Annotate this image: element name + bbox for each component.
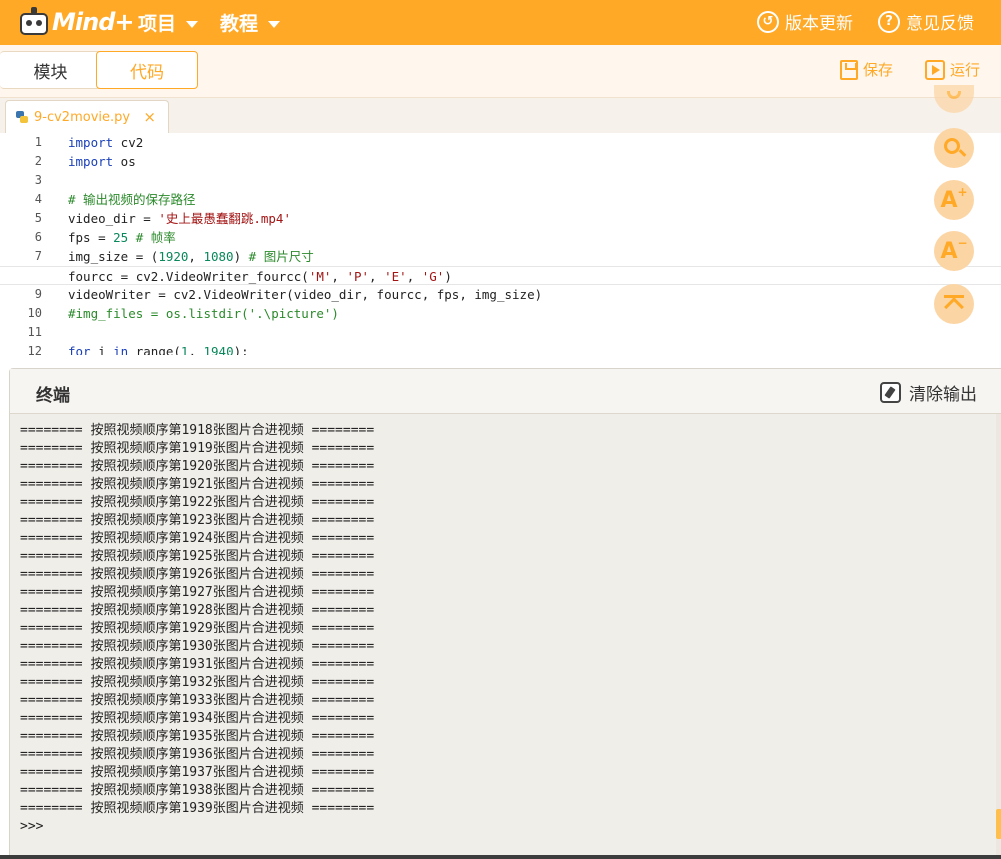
scroll-to-top-button[interactable] bbox=[934, 284, 974, 324]
code-line[interactable]: ​ bbox=[68, 171, 1001, 190]
terminal-prompt[interactable]: >>> bbox=[20, 818, 980, 836]
menu-project-label: 项目 bbox=[138, 13, 177, 35]
line-number: 6 bbox=[34, 230, 42, 244]
terminal-output[interactable]: ======== 按照视频顺序第1918张图片合进视频 ======== ====… bbox=[20, 422, 980, 836]
terminal-line: ======== 按照视频顺序第1923张图片合进视频 ======== bbox=[20, 513, 375, 528]
app-logo[interactable]: Mind+ bbox=[18, 5, 134, 39]
close-icon[interactable]: × bbox=[143, 108, 156, 126]
line-number: 11 bbox=[27, 325, 42, 339]
save-icon bbox=[840, 59, 858, 80]
window-bottom-edge bbox=[0, 855, 1001, 859]
python-file-icon bbox=[16, 111, 28, 123]
terminal-line: ======== 按照视频顺序第1933张图片合进视频 ======== bbox=[20, 693, 375, 708]
top-bar: Mind+ 项目 教程 ↺ 版本更新 ? 意见反馈 bbox=[0, 0, 1001, 45]
tab-blocks[interactable]: 模块 bbox=[0, 51, 102, 89]
terminal-panel: 终端 清除输出 ======== 按照视频顺序第1918张图片合进视频 ====… bbox=[9, 368, 1001, 859]
line-number-gutter: 123456789101112 bbox=[0, 133, 50, 355]
code-line[interactable]: #img_files = os.listdir('.\picture') bbox=[68, 304, 1001, 323]
scrollbar-thumb[interactable] bbox=[996, 809, 1001, 839]
code-line[interactable]: ​ bbox=[68, 323, 1001, 342]
font-decrease-button[interactable]: A − bbox=[934, 231, 974, 271]
terminal-line: ======== 按照视频顺序第1939张图片合进视频 ======== bbox=[20, 801, 375, 816]
save-button[interactable]: 保存 bbox=[840, 59, 893, 80]
clock-icon: ↺ bbox=[757, 10, 779, 33]
code-line[interactable]: # 输出视频的保存路径 bbox=[68, 190, 1001, 209]
line-number: 2 bbox=[34, 154, 42, 168]
run-button[interactable]: 运行 bbox=[925, 59, 980, 80]
file-tab-name: 9-cv2movie.py bbox=[34, 109, 131, 125]
code-line[interactable]: for i in range(1, 1940): bbox=[68, 342, 1001, 355]
terminal-line: ======== 按照视频顺序第1932张图片合进视频 ======== bbox=[20, 675, 375, 690]
line-number: 7 bbox=[34, 249, 42, 263]
menu-project[interactable]: 项目 bbox=[138, 9, 199, 36]
to-top-icon bbox=[944, 295, 964, 313]
clear-output-label: 清除输出 bbox=[909, 385, 977, 405]
terminal-line: ======== 按照视频顺序第1919张图片合进视频 ======== bbox=[20, 441, 375, 456]
font-increase-icon: A bbox=[940, 187, 958, 213]
terminal-line: ======== 按照视频顺序第1937张图片合进视频 ======== bbox=[20, 765, 375, 780]
chevron-down-icon bbox=[186, 20, 199, 28]
terminal-line: ======== 按照视频顺序第1936张图片合进视频 ======== bbox=[20, 747, 375, 762]
font-decrease-icon: A bbox=[940, 238, 958, 264]
line-number: 5 bbox=[34, 211, 42, 225]
logo-text: Mind+ bbox=[52, 8, 134, 36]
terminal-line: ======== 按照视频顺序第1930张图片合进视频 ======== bbox=[20, 639, 375, 654]
search-icon bbox=[944, 138, 960, 154]
terminal-line: ======== 按照视频顺序第1928张图片合进视频 ======== bbox=[20, 603, 375, 618]
terminal-line: ======== 按照视频顺序第1921张图片合进视频 ======== bbox=[20, 477, 375, 492]
terminal-line: ======== 按照视频顺序第1920张图片合进视频 ======== bbox=[20, 459, 375, 474]
save-label: 保存 bbox=[863, 61, 894, 79]
line-number: 1 bbox=[34, 135, 42, 149]
code-line[interactable]: img_size = (1920, 1080) # 图片尺寸 bbox=[68, 247, 1001, 266]
robot-logo-icon bbox=[18, 7, 50, 37]
code-editor[interactable]: 123456789101112 import cv2import os​# 输出… bbox=[0, 133, 1001, 355]
help-icon: ? bbox=[878, 10, 900, 33]
version-update-label: 版本更新 bbox=[785, 14, 853, 34]
code-line[interactable]: fps = 25 # 帧率 bbox=[68, 228, 1001, 247]
mode-bar: 模块 代码 保存 运行 bbox=[0, 45, 1001, 98]
terminal-header: 终端 清除输出 bbox=[10, 369, 1001, 414]
search-button[interactable] bbox=[934, 128, 974, 168]
terminal-line: ======== 按照视频顺序第1935张图片合进视频 ======== bbox=[20, 729, 375, 744]
file-tab-bar: 9-cv2movie.py × bbox=[0, 98, 1001, 133]
file-tab[interactable]: 9-cv2movie.py × bbox=[5, 100, 169, 133]
run-label: 运行 bbox=[950, 61, 981, 79]
code-area[interactable]: import cv2import os​# 输出视频的保存路径video_dir… bbox=[0, 133, 1001, 355]
tab-code[interactable]: 代码 bbox=[96, 51, 198, 89]
font-increase-button[interactable]: A + bbox=[934, 180, 974, 220]
line-number: 10 bbox=[27, 306, 42, 320]
version-update-button[interactable]: ↺ 版本更新 bbox=[757, 9, 853, 34]
line-number: 12 bbox=[27, 344, 42, 355]
terminal-scrollbar[interactable] bbox=[996, 414, 1001, 859]
feedback-button[interactable]: ? 意见反馈 bbox=[878, 9, 974, 34]
line-number: 9 bbox=[34, 287, 42, 301]
terminal-line: ======== 按照视频顺序第1922张图片合进视频 ======== bbox=[20, 495, 375, 510]
terminal-line: ======== 按照视频顺序第1924张图片合进视频 ======== bbox=[20, 531, 375, 546]
line-number: 4 bbox=[34, 192, 42, 206]
chevron-down-icon bbox=[268, 20, 281, 28]
code-line[interactable]: video_dir = '史上最愚蠢翻跳.mp4' bbox=[68, 209, 1001, 228]
code-line[interactable]: import os bbox=[68, 152, 1001, 171]
terminal-line: ======== 按照视频顺序第1926张图片合进视频 ======== bbox=[20, 567, 375, 582]
terminal-line: ======== 按照视频顺序第1934张图片合进视频 ======== bbox=[20, 711, 375, 726]
feedback-label: 意见反馈 bbox=[906, 14, 974, 34]
terminal-line: ======== 按照视频顺序第1929张图片合进视频 ======== bbox=[20, 621, 375, 636]
play-icon bbox=[925, 59, 945, 80]
code-line[interactable]: import cv2 bbox=[68, 133, 1001, 152]
code-line[interactable]: videoWriter = cv2.VideoWriter(video_dir,… bbox=[68, 285, 1001, 304]
clear-output-button[interactable]: 清除输出 bbox=[880, 380, 977, 405]
menu-tutorial[interactable]: 教程 bbox=[220, 9, 281, 36]
terminal-line: ======== 按照视频顺序第1931张图片合进视频 ======== bbox=[20, 657, 375, 672]
line-number: 3 bbox=[34, 173, 42, 187]
terminal-title: 终端 bbox=[36, 386, 70, 406]
menu-tutorial-label: 教程 bbox=[220, 13, 259, 35]
terminal-line: ======== 按照视频顺序第1925张图片合进视频 ======== bbox=[20, 549, 375, 564]
terminal-line: ======== 按照视频顺序第1918张图片合进视频 ======== bbox=[20, 423, 375, 438]
code-line[interactable]: fourcc = cv2.VideoWriter_fourcc('M', 'P'… bbox=[0, 266, 1001, 285]
terminal-line: ======== 按照视频顺序第1927张图片合进视频 ======== bbox=[20, 585, 375, 600]
terminal-line: ======== 按照视频顺序第1938张图片合进视频 ======== bbox=[20, 783, 375, 798]
broom-icon bbox=[880, 382, 901, 403]
